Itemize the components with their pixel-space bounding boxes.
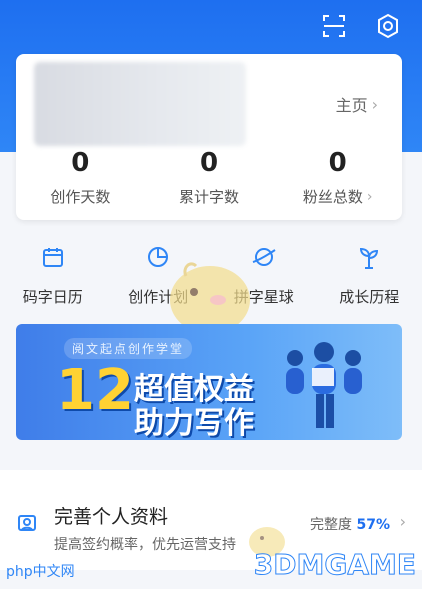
stats-row: 0 创作天数 0 累计字数 0 粉丝总数 › [16,148,402,207]
complete-profile-subtitle: 提高签约概率，优先运营支持 [54,537,236,553]
stat-total-fans[interactable]: 0 粉丝总数 › [273,148,402,207]
watermark-right: 3DMGAME [253,548,416,582]
chevron-right-icon: › [371,94,378,114]
stat-value: 0 [199,148,219,178]
stat-label: 粉丝总数 › [302,188,373,206]
shortcut-growth-history[interactable]: 成长历程 [317,244,422,306]
watermark-left: php中文网 [6,564,75,580]
calendar-icon [42,248,63,267]
shortcut-label: 成长历程 [339,288,400,306]
banner-line-2: 助力写作 [134,406,254,440]
scan-icon[interactable] [320,12,348,40]
stat-label: 创作天数 [50,188,111,206]
settings-icon[interactable] [374,12,402,40]
home-label: 主页 [335,96,368,115]
promo-banner[interactable]: 阅文起点创作学堂 12 超值权益 助力写作 [16,324,402,440]
stat-value: 0 [71,148,90,178]
chevron-right-icon: › [399,512,406,531]
profile-complete-icon [16,512,38,534]
banner-subtitle: 阅文起点创作学堂 [64,338,193,359]
complete-profile-title: 完善个人资料 [54,506,169,528]
home-link[interactable]: 主页 › [336,92,378,116]
top-actions [282,0,422,52]
blurred-user-info [34,62,246,146]
shortcut-writing-calendar[interactable]: 码字日历 [0,244,106,306]
stat-total-words[interactable]: 0 累计字数 [145,148,274,207]
stat-label: 累计字数 [179,188,240,206]
shortcut-label: 码字日历 [22,288,83,306]
stat-value: 0 [328,148,347,178]
completion-progress: 完整度 57% [310,514,390,534]
chevron-right-icon: › [366,188,373,205]
stat-writing-days[interactable]: 0 创作天数 [16,148,145,207]
sprout-icon [360,247,379,269]
banner-illustration [266,334,376,432]
progress-value: 57% [356,517,390,533]
banner-number: 12 [56,358,134,423]
profile-card: 主页 › 0 创作天数 0 累计字数 0 粉丝总数 › [16,54,402,220]
progress-label: 完整度 [310,517,353,533]
